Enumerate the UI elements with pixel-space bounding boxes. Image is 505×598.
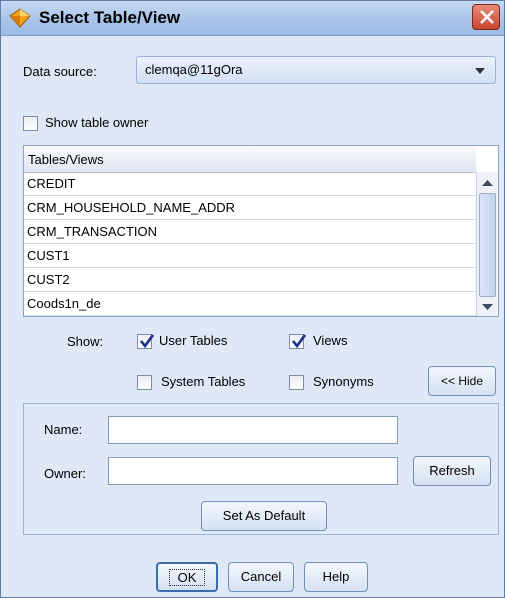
dialog-title: Select Table/View [39,8,181,27]
list-item[interactable]: CREDIT [24,172,476,196]
data-source-value: clemqa@11gOra [145,62,243,77]
user-tables-checkbox[interactable] [137,334,155,349]
cancel-button[interactable]: Cancel [228,562,294,592]
owner-input[interactable] [108,457,398,485]
name-label: Name: [44,422,83,437]
check-icon [139,334,155,349]
views-checkbox[interactable] [289,334,307,349]
data-source-select[interactable]: clemqa@11gOra [136,56,496,84]
tables-views-header[interactable]: Tables/Views [24,146,476,173]
hide-button[interactable]: << Hide [428,366,496,396]
filter-panel: Name: Owner: Refresh Set As Default [23,403,499,535]
list-item[interactable]: Coods1n_de [24,292,476,316]
data-source-label: Data source: [23,64,97,79]
list-item[interactable]: CUST2 [24,268,476,292]
set-as-default-button[interactable]: Set As Default [201,501,327,531]
tables-views-list[interactable]: Tables/Views CREDIT CRM_HOUSEHOLD_NAME_A… [23,145,499,317]
name-input[interactable] [108,416,398,444]
help-button[interactable]: Help [304,562,368,592]
chevron-down-icon [475,68,485,74]
show-table-owner-label: Show table owner [45,115,149,130]
title-bar[interactable]: Select Table/View [1,1,504,36]
list-item[interactable]: CRM_TRANSACTION [24,220,476,244]
system-tables-checkbox[interactable] [137,375,152,390]
synonyms-label: Synonyms [313,374,374,389]
scroll-up-icon[interactable] [478,174,497,192]
close-icon [480,10,494,24]
list-item[interactable]: CUST1 [24,244,476,268]
system-tables-label: System Tables [161,374,246,389]
ok-button[interactable]: OK [156,562,218,592]
user-tables-label: User Tables [159,333,228,348]
views-label: Views [313,333,348,348]
list-item[interactable]: CRM_HOUSEHOLD_NAME_ADDR [24,196,476,220]
select-table-dialog: Select Table/View Data source: clemqa@11… [0,0,505,598]
close-button[interactable] [472,4,500,30]
show-label: Show: [67,334,104,349]
refresh-button[interactable]: Refresh [413,456,491,486]
list-scrollbar[interactable] [476,172,498,316]
scroll-down-icon[interactable] [478,298,497,316]
check-icon [291,334,307,349]
app-diamond-icon [9,8,31,28]
show-table-owner-checkbox[interactable] [23,116,38,131]
scrollbar-thumb[interactable] [479,193,496,297]
synonyms-checkbox[interactable] [289,375,304,390]
owner-label: Owner: [44,466,86,481]
